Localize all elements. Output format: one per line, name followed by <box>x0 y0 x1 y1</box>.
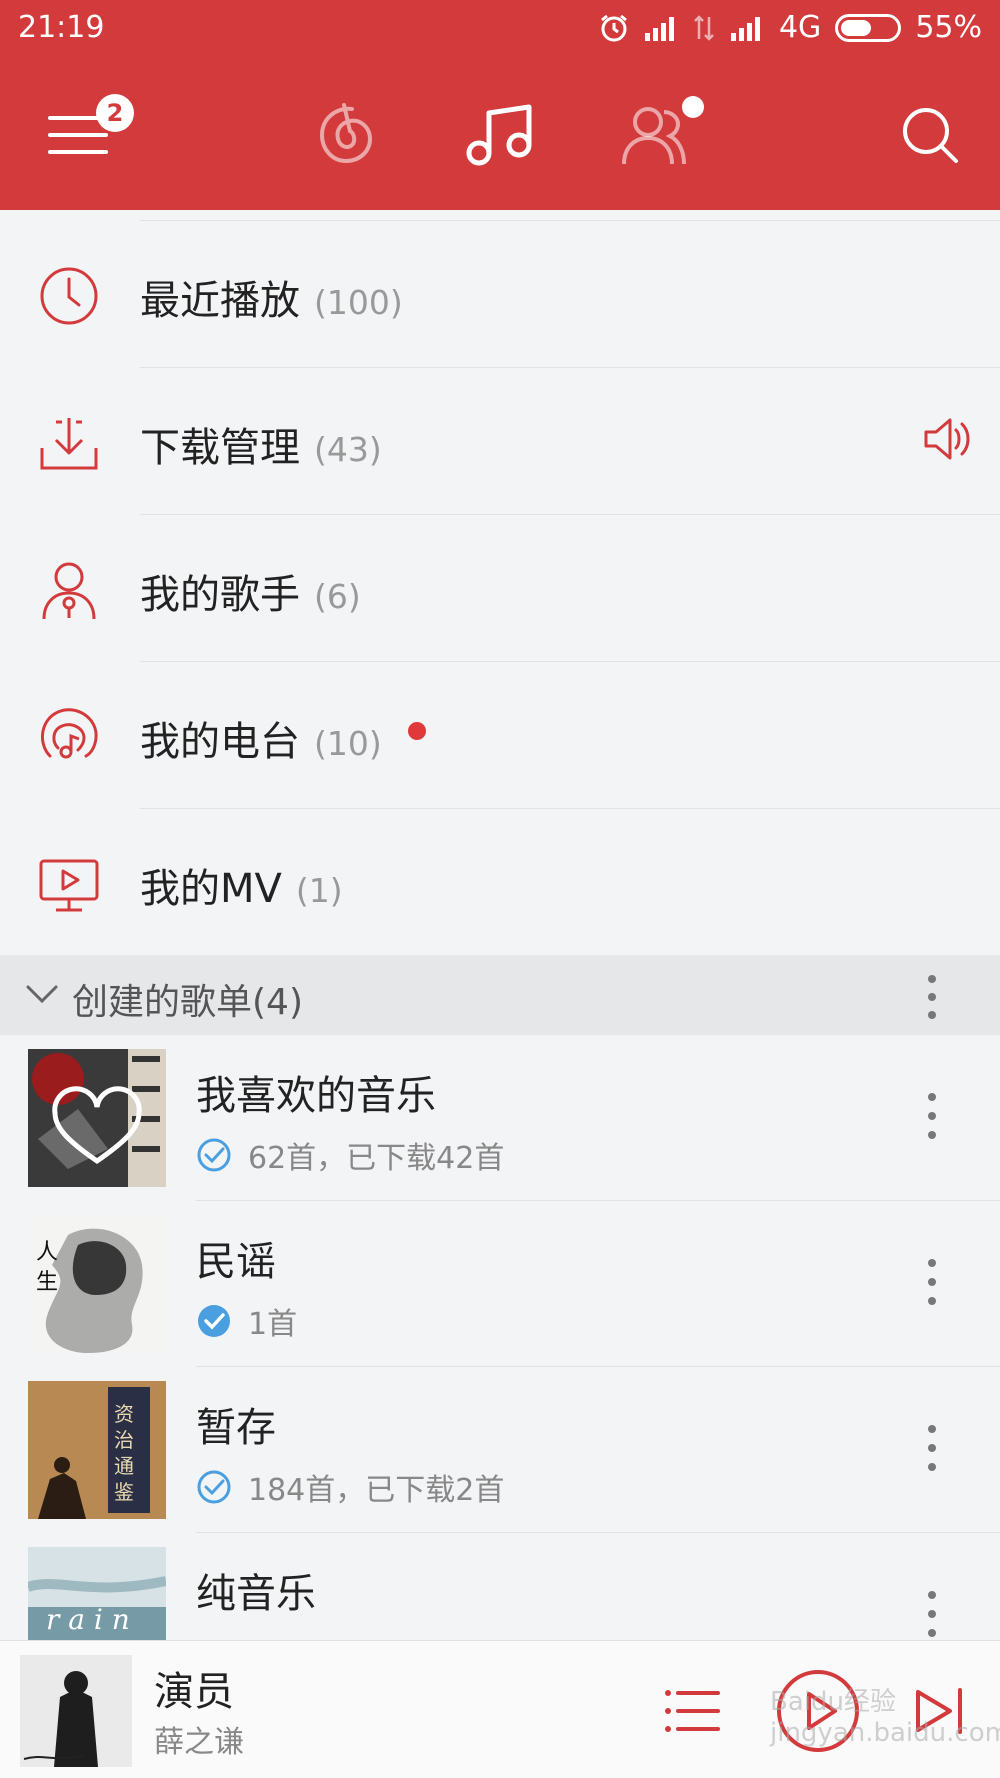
svg-text:r a i n: r a i n <box>46 1603 130 1636</box>
menu-item-count: (43) <box>314 430 382 469</box>
menu-item-label: 我的歌手 (6) <box>140 572 361 618</box>
playlist-count: 184首，已下载2首 <box>248 1473 505 1508</box>
svg-text:通: 通 <box>114 1454 134 1478</box>
downloaded-check-icon <box>197 1138 231 1172</box>
playlist-meta: 184首，已下载2首 <box>196 1465 504 1509</box>
more-vertical-icon[interactable] <box>920 1091 944 1141</box>
playlist-queue-button[interactable] <box>642 1661 742 1761</box>
playlist-name: 暂存 <box>196 1405 276 1451</box>
menu-badge: 2 <box>96 94 134 132</box>
battery-fill <box>841 19 872 36</box>
new-update-dot <box>408 722 426 740</box>
status-time: 21:19 <box>18 10 105 45</box>
menu-item-count: (100) <box>314 283 403 322</box>
watermark: Baidu经验 jingyan.baidu.com <box>770 1687 1000 1748</box>
mini-player[interactable]: 演员 薛之谦 Baidu经验 jingyan.baidu.com <box>0 1640 1000 1778</box>
menu-item-label: 最近播放 (100) <box>140 278 403 324</box>
playlist-item[interactable]: 我喜欢的音乐 62首，已下载42首 <box>0 1035 1000 1201</box>
playlist-count: 1首 <box>248 1307 298 1342</box>
playlist-meta: 62首，已下载42首 <box>196 1133 504 1177</box>
music-note-icon <box>466 104 532 166</box>
menu-item-recent[interactable]: 最近播放 (100) <box>0 221 1000 368</box>
more-vertical-icon[interactable] <box>920 1257 944 1307</box>
friends-notification-dot <box>682 96 704 118</box>
now-playing-cover <box>20 1655 132 1767</box>
tab-music[interactable] <box>450 80 550 190</box>
menu-item-radio[interactable]: 我的电台 (10) <box>0 662 1000 809</box>
network-type: 4G <box>778 10 822 45</box>
svg-text:人: 人 <box>36 1240 58 1265</box>
playlist-name: 纯音乐 <box>196 1571 316 1617</box>
more-vertical-icon[interactable] <box>920 973 944 1021</box>
speaker-playing-icon[interactable] <box>922 416 972 462</box>
app-header: 21:19 4G 55% 2 <box>0 0 1000 210</box>
menu-item-singers[interactable]: 我的歌手 (6) <box>0 515 1000 662</box>
created-playlists-header[interactable]: 创建的歌单(4) <box>0 955 1000 1035</box>
alarm-icon <box>599 13 629 43</box>
tab-discover[interactable] <box>294 80 394 190</box>
status-icons: 4G 55% <box>599 10 982 45</box>
section-title: 创建的歌单(4) <box>72 982 303 1023</box>
toolbar: 2 <box>0 80 1000 190</box>
playlist-icon <box>665 1690 720 1732</box>
mv-icon <box>39 859 99 912</box>
svg-text:生: 生 <box>36 1270 58 1295</box>
radio-icon <box>41 708 98 759</box>
menu-item-count: (10) <box>314 724 382 763</box>
svg-text:鉴: 鉴 <box>114 1480 134 1504</box>
menu-item-count: (1) <box>295 871 343 910</box>
playlist-cover: 资 治 通 鉴 <box>28 1381 166 1519</box>
search-icon <box>903 108 958 163</box>
netease-logo-icon <box>319 103 373 164</box>
download-icon <box>40 418 98 470</box>
menu-item-label: 下载管理 (43) <box>140 425 382 471</box>
now-playing-artist: 薛之谦 <box>154 1725 244 1760</box>
status-bar: 21:19 4G 55% <box>0 0 1000 60</box>
downloaded-check-icon <box>198 1305 230 1337</box>
menu-item-downloads[interactable]: 下载管理 (43) <box>0 368 1000 515</box>
singer-icon <box>42 562 96 620</box>
battery-icon <box>835 13 902 42</box>
now-playing-title: 演员 <box>154 1669 234 1715</box>
playlist-name: 我喜欢的音乐 <box>196 1073 436 1119</box>
svg-text:治: 治 <box>114 1428 134 1452</box>
signal-icon-2 <box>729 15 765 41</box>
more-vertical-icon[interactable] <box>920 1423 944 1473</box>
menu-item-count: (6) <box>314 577 361 616</box>
battery-percent: 55% <box>915 10 982 45</box>
svg-text:资: 资 <box>114 1402 134 1426</box>
chevron-down-icon <box>26 985 58 1004</box>
signal-icon <box>643 15 679 41</box>
downloaded-check-icon <box>197 1470 231 1504</box>
playlist-meta: 1首 <box>196 1299 297 1343</box>
search-button[interactable] <box>880 80 980 190</box>
playlist-cover: 人 生 <box>28 1215 166 1353</box>
data-transfer-icon <box>693 14 715 41</box>
clock-icon <box>40 267 98 325</box>
more-vertical-icon[interactable] <box>920 1589 944 1639</box>
playlist-cover <box>28 1049 166 1187</box>
menu-item-label: 我的MV (1) <box>140 866 343 912</box>
playlist-item[interactable]: 资 治 通 鉴 暂存 184首，已下载2首 <box>0 1367 1000 1533</box>
playlist-count: 62首，已下载42首 <box>248 1141 505 1176</box>
menu-item-mv[interactable]: 我的MV (1) <box>0 809 1000 956</box>
playlist-name: 民谣 <box>196 1239 276 1285</box>
friends-icon <box>622 107 686 165</box>
playlist-item[interactable]: 人 生 民谣 1首 <box>0 1201 1000 1367</box>
menu-item-label: 我的电台 (10) <box>140 719 382 765</box>
